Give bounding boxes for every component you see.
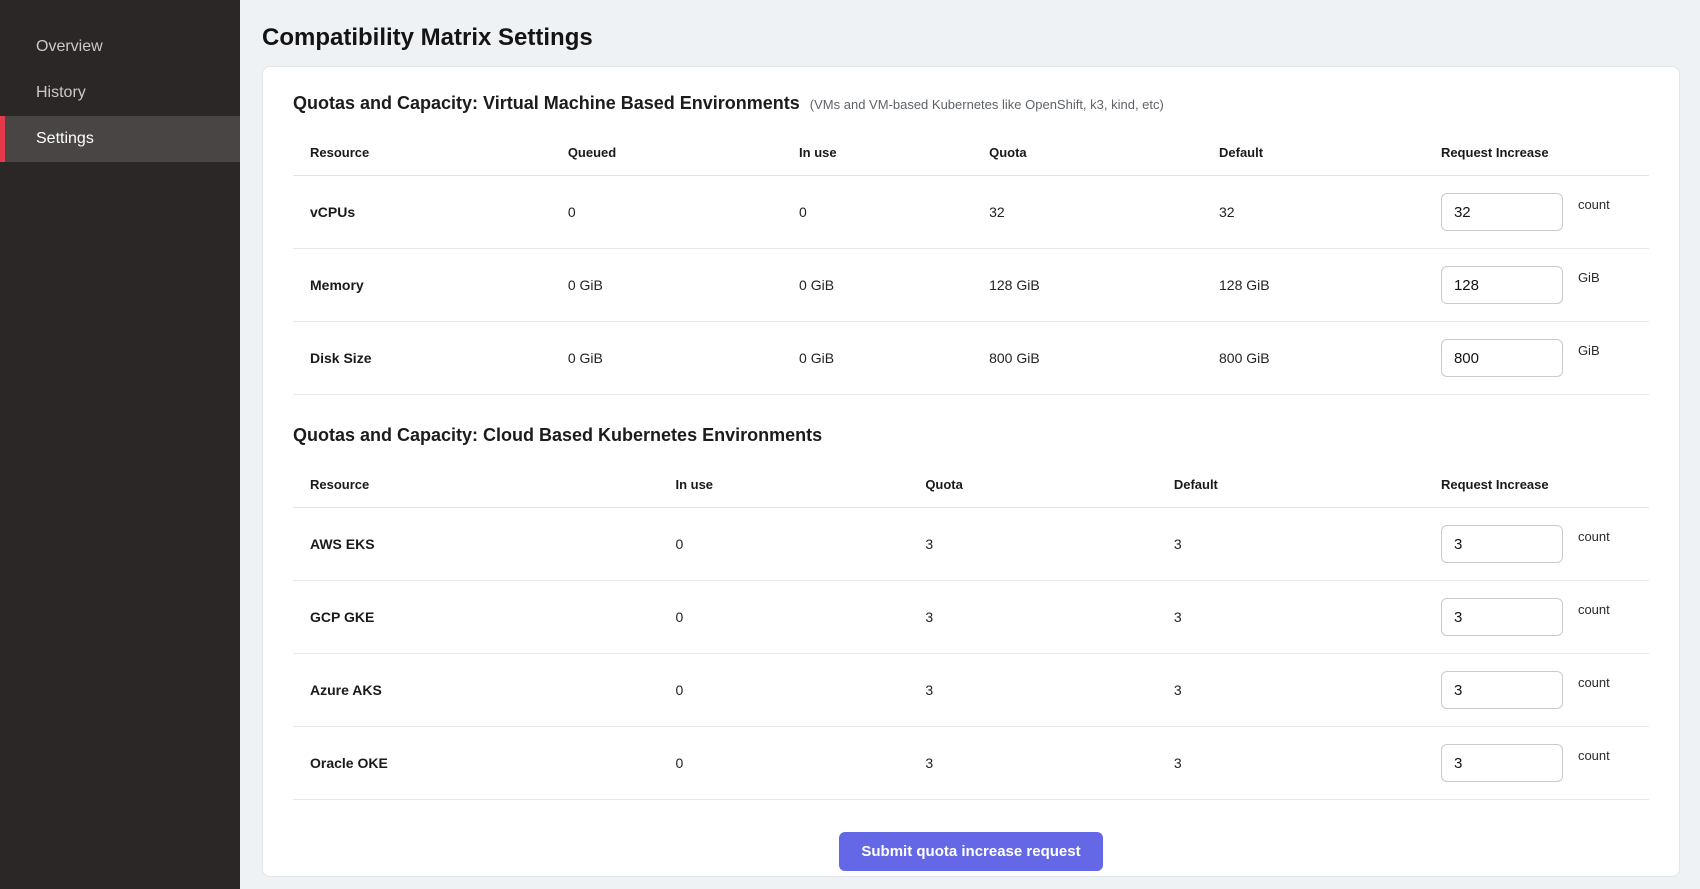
resource-name: Oracle OKE — [310, 755, 675, 771]
column-header-request-increase: Request Increase — [1441, 145, 1639, 160]
default-value: 128 GiB — [1219, 277, 1441, 293]
resource-name: Memory — [310, 277, 568, 293]
vm-section-title: Quotas and Capacity: Virtual Machine Bas… — [293, 93, 800, 114]
column-header-quota: Quota — [925, 477, 1174, 492]
unit-label: count — [1578, 602, 1610, 617]
main-content: Compatibility Matrix Settings Quotas and… — [240, 0, 1700, 889]
table-row-aws-eks: AWS EKS 0 3 3 count — [293, 508, 1649, 581]
in-use-value: 0 GiB — [799, 350, 989, 366]
quota-value: 3 — [925, 536, 1174, 552]
default-value: 3 — [1174, 755, 1441, 771]
submit-quota-increase-button[interactable]: Submit quota increase request — [839, 832, 1102, 871]
column-header-queued: Queued — [568, 145, 799, 160]
column-header-in-use: In use — [675, 477, 925, 492]
quota-value: 3 — [925, 755, 1174, 771]
column-header-resource: Resource — [310, 477, 675, 492]
column-header-default: Default — [1174, 477, 1441, 492]
table-row-oracle-oke: Oracle OKE 0 3 3 count — [293, 727, 1649, 800]
cloud-table-header: Resource In use Quota Default Request In… — [293, 462, 1649, 508]
column-header-default: Default — [1219, 145, 1441, 160]
queued-value: 0 — [568, 204, 799, 220]
table-row-gcp-gke: GCP GKE 0 3 3 count — [293, 581, 1649, 654]
request-increase-input-memory[interactable] — [1441, 266, 1563, 304]
sidebar-item-overview[interactable]: Overview — [0, 24, 240, 70]
default-value: 3 — [1174, 609, 1441, 625]
submit-row: Submit quota increase request — [293, 832, 1649, 871]
in-use-value: 0 GiB — [799, 277, 989, 293]
request-increase-input-azure-aks[interactable] — [1441, 671, 1563, 709]
request-increase-input-oracle-oke[interactable] — [1441, 744, 1563, 782]
column-header-in-use: In use — [799, 145, 989, 160]
default-value: 3 — [1174, 682, 1441, 698]
unit-label: GiB — [1578, 343, 1600, 358]
quota-value: 128 GiB — [989, 277, 1219, 293]
default-value: 32 — [1219, 204, 1441, 220]
settings-card: Quotas and Capacity: Virtual Machine Bas… — [262, 66, 1680, 877]
quota-value: 32 — [989, 204, 1219, 220]
resource-name: vCPUs — [310, 204, 568, 220]
default-value: 800 GiB — [1219, 350, 1441, 366]
column-header-quota: Quota — [989, 145, 1219, 160]
table-row-disk-size: Disk Size 0 GiB 0 GiB 800 GiB 800 GiB Gi… — [293, 322, 1649, 395]
request-increase-input-disk-size[interactable] — [1441, 339, 1563, 377]
in-use-value: 0 — [675, 536, 925, 552]
in-use-value: 0 — [675, 682, 925, 698]
quota-value: 3 — [925, 609, 1174, 625]
resource-name: GCP GKE — [310, 609, 675, 625]
sidebar-item-label: History — [36, 84, 86, 102]
unit-label: GiB — [1578, 270, 1600, 285]
queued-value: 0 GiB — [568, 350, 799, 366]
in-use-value: 0 — [799, 204, 989, 220]
resource-name: AWS EKS — [310, 536, 675, 552]
unit-label: count — [1578, 748, 1610, 763]
cloud-section-header: Quotas and Capacity: Cloud Based Kuberne… — [293, 425, 1649, 446]
resource-name: Disk Size — [310, 350, 568, 366]
unit-label: count — [1578, 529, 1610, 544]
resource-name: Azure AKS — [310, 682, 675, 698]
default-value: 3 — [1174, 536, 1441, 552]
request-increase-input-vcpus[interactable] — [1441, 193, 1563, 231]
vm-section-note: (VMs and VM-based Kubernetes like OpenSh… — [810, 97, 1164, 112]
in-use-value: 0 — [675, 609, 925, 625]
column-header-resource: Resource — [310, 145, 568, 160]
sidebar-item-history[interactable]: History — [0, 70, 240, 116]
sidebar: Overview History Settings — [0, 0, 240, 889]
queued-value: 0 GiB — [568, 277, 799, 293]
vm-table-header: Resource Queued In use Quota Default Req… — [293, 130, 1649, 176]
sidebar-item-label: Settings — [36, 130, 94, 148]
page-title: Compatibility Matrix Settings — [262, 24, 1680, 52]
cloud-section-title: Quotas and Capacity: Cloud Based Kuberne… — [293, 425, 822, 446]
table-row-memory: Memory 0 GiB 0 GiB 128 GiB 128 GiB GiB — [293, 249, 1649, 322]
request-increase-input-aws-eks[interactable] — [1441, 525, 1563, 563]
table-row-vcpus: vCPUs 0 0 32 32 count — [293, 176, 1649, 249]
unit-label: count — [1578, 675, 1610, 690]
vm-section-header: Quotas and Capacity: Virtual Machine Bas… — [293, 93, 1649, 114]
in-use-value: 0 — [675, 755, 925, 771]
quota-value: 3 — [925, 682, 1174, 698]
column-header-request-increase: Request Increase — [1441, 477, 1639, 492]
sidebar-item-settings[interactable]: Settings — [0, 116, 240, 162]
table-row-azure-aks: Azure AKS 0 3 3 count — [293, 654, 1649, 727]
request-increase-input-gcp-gke[interactable] — [1441, 598, 1563, 636]
sidebar-item-label: Overview — [36, 38, 103, 56]
unit-label: count — [1578, 197, 1610, 212]
quota-value: 800 GiB — [989, 350, 1219, 366]
